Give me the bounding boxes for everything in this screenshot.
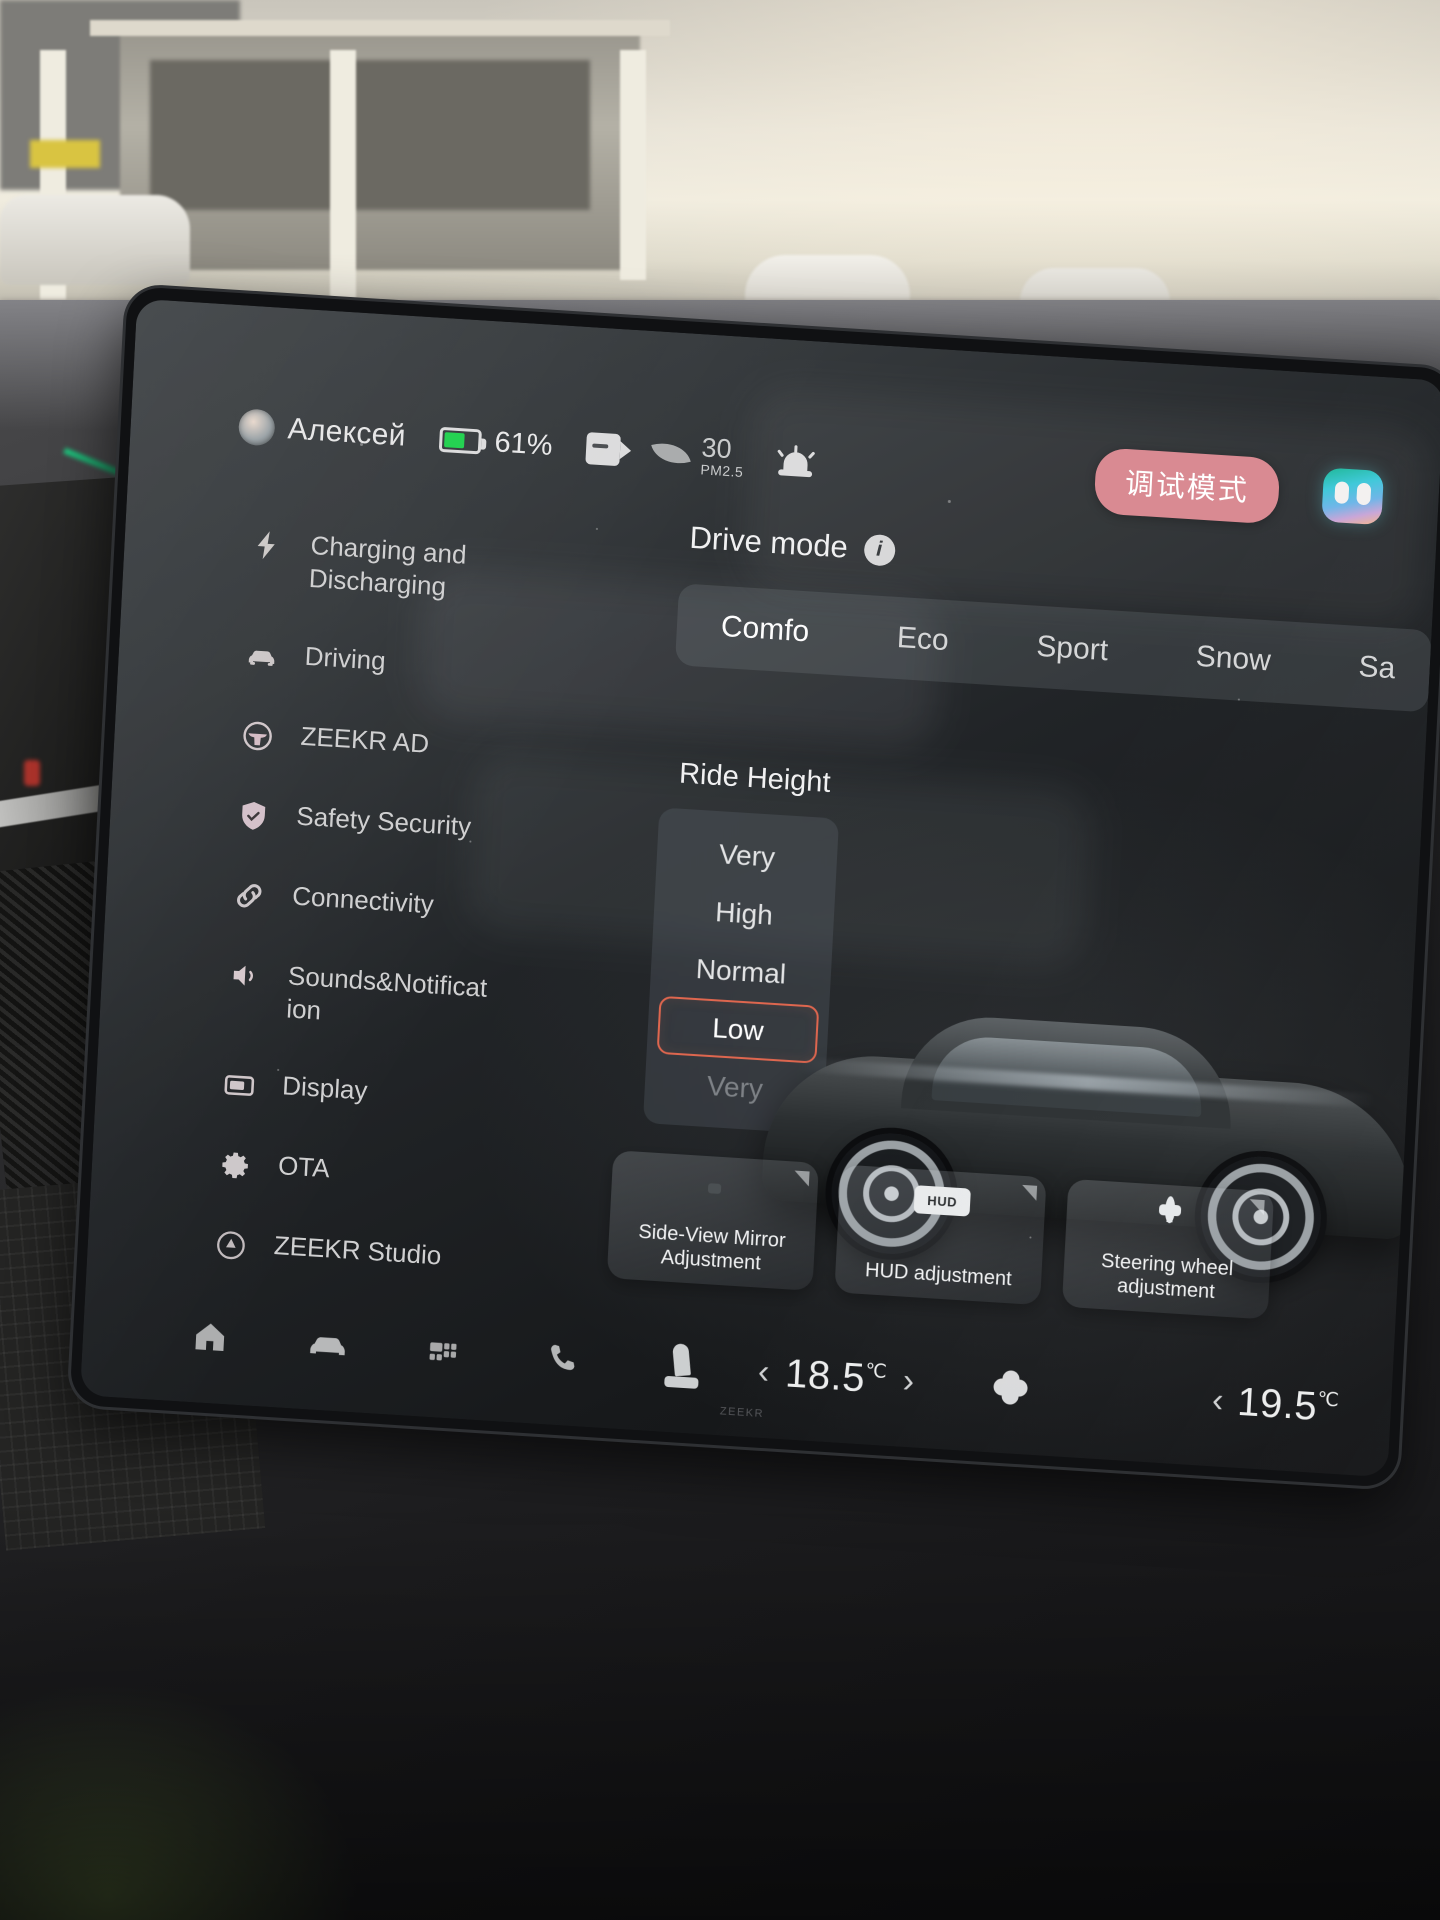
speaker-icon [227,957,263,993]
car-icon [244,638,280,674]
background-car [0,195,190,285]
quick-action-cards: Side-View Mirror Adjustment HUD HUD adju… [606,1150,1275,1320]
voice-assistant-icon[interactable] [1321,467,1385,526]
apps-icon[interactable] [414,1329,478,1375]
pm-value: 30 [700,432,733,465]
ride-height-option-very-high[interactable]: Very [666,822,829,890]
sidebar-item-zeekr-ad[interactable]: ZEEKR AD [217,701,550,784]
infotainment-screen: Алексей 61% 30 PM2.5 调试模式 Charging and D… [79,298,1440,1478]
drive-mode-tab-snow[interactable]: Snow [1151,637,1316,681]
center-touchscreen: Алексей 61% 30 PM2.5 调试模式 Charging and D… [69,286,1440,1488]
quick-card-label: Steering wheel adjustment [1100,1249,1234,1304]
ride-height-option-very-low[interactable]: Very [654,1054,817,1122]
seat-icon[interactable] [649,1342,713,1392]
expand-corner-icon [1248,1199,1265,1216]
brand-watermark: ZEEKR [719,1405,765,1421]
background-beam [90,20,670,36]
ride-height-picker[interactable]: Very High Normal Low Very [642,807,840,1135]
steering-wheel-icon [240,717,276,753]
drive-mode-title: Drive mode [688,519,849,565]
quick-card-label: HUD adjustment [864,1259,1013,1291]
sidebar-item-label: ZEEKR Studio [273,1230,443,1271]
background-pillar [620,50,646,280]
sidebar-item-label: Charging and Discharging [308,529,468,602]
steering-wheel-icon [1164,1195,1176,1224]
drive-mode-tab-eco[interactable]: Eco [852,618,993,661]
sidebar-item-label: Display [281,1070,369,1106]
fan-icon[interactable] [979,1365,1043,1411]
sidebar-item-label: Connectivity [291,880,435,919]
drive-mode-tabs[interactable]: Comfo Eco Sport Snow Sa [674,583,1432,713]
battery-icon [438,426,483,454]
monitor-icon [221,1068,257,1104]
pm-readout: 30 PM2.5 [700,432,745,480]
sidebar-item-label: Safety Security [295,800,472,842]
chevron-left-icon[interactable]: ‹ [757,1352,770,1392]
sidebar-item-label: ZEEKR AD [299,720,430,759]
sidebar-item-label: Sounds&Notificat ion [285,959,489,1026]
ride-height-option-low[interactable]: Low [656,995,820,1064]
sidebar-item-ota[interactable]: OTA [195,1131,528,1214]
chevron-right-icon[interactable]: › [902,1361,915,1401]
drive-mode-tab-sand[interactable]: Sa [1314,647,1432,689]
sidebar-item-connectivity[interactable]: Connectivity [209,861,542,944]
drive-mode-tab-comfort[interactable]: Comfo [676,607,854,652]
status-bar-right: 调试模式 [1093,447,1385,531]
debug-mode-badge[interactable]: 调试模式 [1093,447,1281,525]
hud-adjustment-card[interactable]: HUD HUD adjustment [834,1164,1047,1306]
side-view-mirror-adjustment-card[interactable]: Side-View Mirror Adjustment [606,1150,820,1291]
ride-height-option-normal[interactable]: Normal [660,938,823,1006]
ride-height-option-high[interactable]: High [663,880,826,948]
hud-chip-label: HUD [913,1185,971,1217]
status-bar-left: Алексей 61% 30 PM2.5 [237,405,816,483]
screen-bezel: Алексей 61% 30 PM2.5 调试模式 Charging and D… [69,286,1440,1488]
hazard-button[interactable] [777,445,816,478]
air-quality-indicator[interactable]: 30 PM2.5 [651,431,745,480]
driver-temperature: 18.5℃ [784,1350,888,1400]
bolt-icon [250,527,286,563]
door-indicator-light [24,760,40,786]
sidebar-item-safety-security[interactable]: Safety Security [213,781,546,864]
dashboard-shadow [0,1500,1440,1920]
siren-icon [777,445,816,478]
user-avatar-icon [237,408,276,447]
hud-icon: HUD [913,1185,971,1217]
pm-unit: PM2.5 [700,461,744,480]
sidebar-item-driving[interactable]: Driving [221,621,554,704]
car-icon[interactable] [296,1320,360,1370]
studio-icon [213,1227,249,1263]
sidebar-item-label: OTA [277,1150,331,1184]
home-icon[interactable] [178,1314,242,1360]
sidebar-item-sounds-and-notification[interactable]: Sounds&Notificat ion [203,941,537,1054]
passenger-temperature: 19.5℃ [1236,1379,1340,1429]
passenger-climate-control[interactable]: ‹ 19.5℃ [1211,1378,1340,1431]
battery-percent: 61% [493,425,554,462]
steering-wheel-adjustment-card[interactable]: Steering wheel adjustment [1061,1178,1275,1320]
shield-check-icon [236,797,272,833]
info-icon[interactable]: i [862,533,896,567]
driver-climate-control[interactable]: ‹ 18.5℃ › [757,1349,915,1404]
battery-status[interactable]: 61% [438,422,554,462]
gear-icon [217,1147,253,1183]
phone-icon[interactable] [531,1337,595,1381]
quick-card-label: Side-View Mirror Adjustment [637,1220,787,1275]
link-icon [231,877,267,913]
user-name: Алексей [286,412,407,453]
background-marker [30,140,100,168]
dashcam-button[interactable] [585,432,622,467]
expand-corner-icon [793,1170,810,1187]
sidebar-item-display[interactable]: Display [199,1051,532,1134]
settings-main-panel: Drive mode i Comfo Eco Sport Snow Sa Rid… [565,514,1435,1281]
sidebar-item-charging-and-discharging[interactable]: Charging and Discharging [226,511,560,624]
user-profile[interactable]: Алексей [237,408,407,454]
drive-mode-tab-sport[interactable]: Sport [992,627,1153,671]
chevron-left-icon[interactable]: ‹ [1211,1381,1224,1421]
background-hangar-opening [150,60,590,210]
expand-corner-icon [1021,1184,1038,1201]
settings-sidebar: Charging and Discharging Driving ZEEKR A… [189,511,559,1312]
leaf-icon [651,436,692,471]
background-pillar [330,50,356,300]
dashcam-icon [585,432,622,467]
sidebar-item-label: Driving [304,640,387,676]
